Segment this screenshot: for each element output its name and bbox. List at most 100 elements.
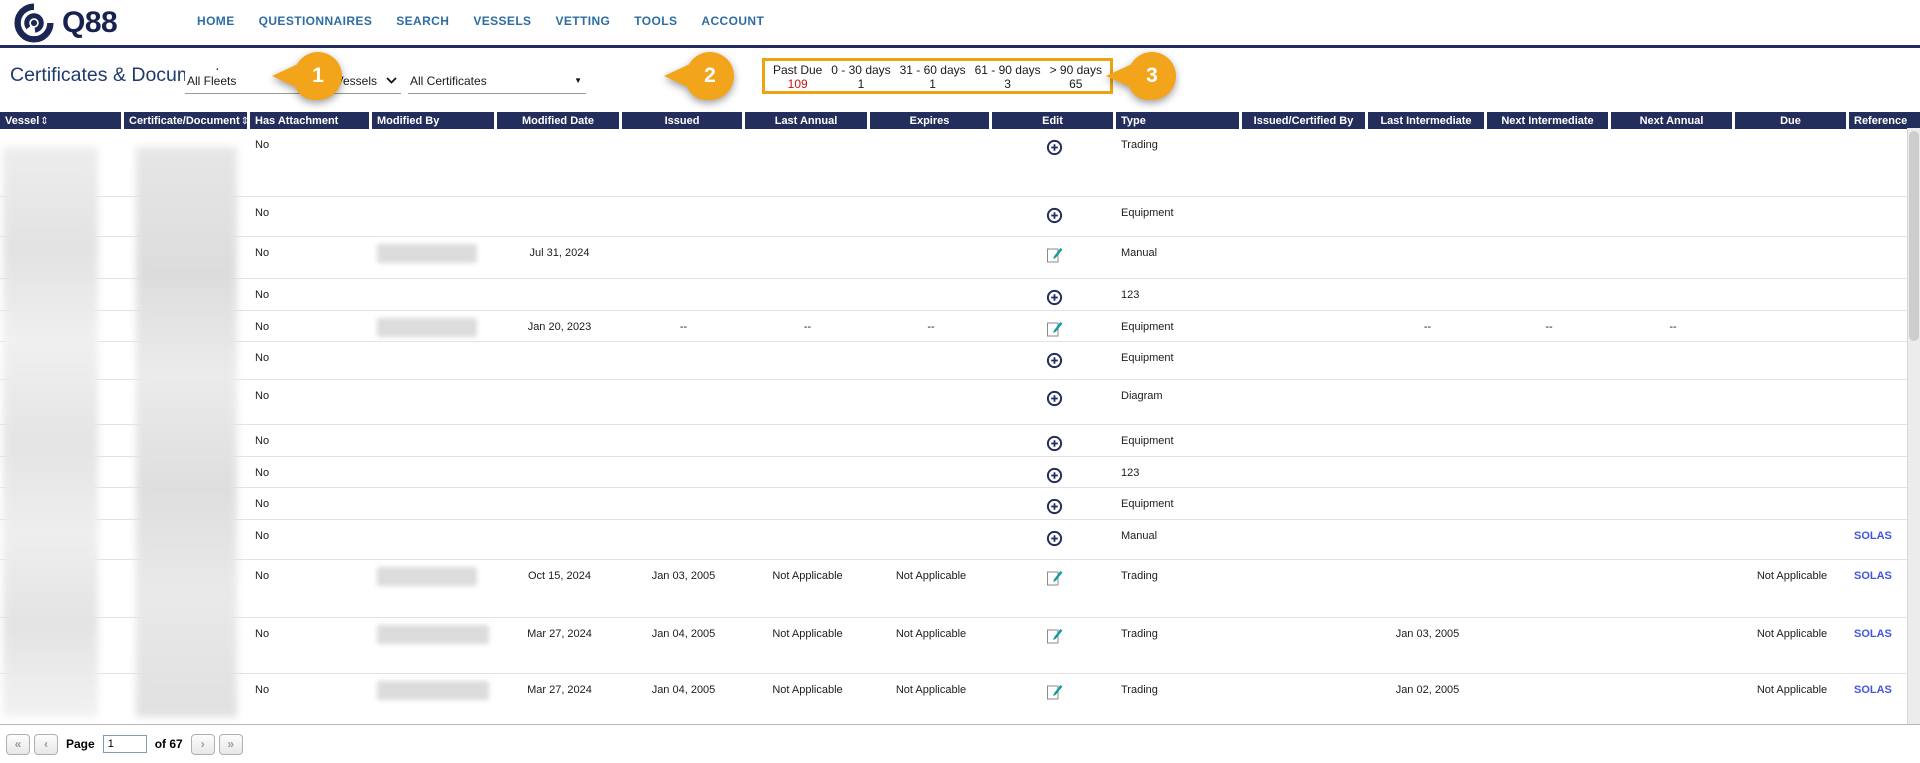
vessel-select-value: All Vessels xyxy=(319,74,377,88)
edit-certificate-button[interactable] xyxy=(1046,247,1063,264)
cell-last-annual xyxy=(745,457,870,488)
column-header-type: Type xyxy=(1116,112,1242,129)
cell-issued-certified-by xyxy=(1242,197,1368,237)
edit-certificate-button[interactable] xyxy=(1046,570,1063,587)
cell-expires xyxy=(870,457,992,488)
nav-item-tools[interactable]: TOOLS xyxy=(634,14,677,28)
cell-has-attachment: No xyxy=(250,380,372,425)
cell-issued-certified-by xyxy=(1242,380,1368,425)
edit-certificate-button[interactable] xyxy=(1046,684,1063,701)
add-certificate-button[interactable] xyxy=(1046,352,1063,369)
cell-type: Manual xyxy=(1116,237,1242,279)
modified-by-redaction xyxy=(377,244,477,263)
cell-last-intermediate xyxy=(1368,342,1487,380)
cell-last-intermediate xyxy=(1368,520,1487,560)
nav-item-questionnaires[interactable]: QUESTIONNAIRES xyxy=(259,14,373,28)
cell-modified-by xyxy=(372,311,497,342)
cell-edit xyxy=(992,311,1116,342)
chevron-down-icon xyxy=(386,77,397,84)
cell-has-attachment: No xyxy=(250,520,372,560)
cell-modified-date: Mar 27, 2024 xyxy=(497,618,622,674)
cell-edit xyxy=(992,279,1116,311)
add-certificate-button[interactable] xyxy=(1046,530,1063,547)
cell-last-intermediate xyxy=(1368,129,1487,197)
cell-edit xyxy=(992,129,1116,197)
add-certificate-button[interactable] xyxy=(1046,467,1063,484)
cell-expires xyxy=(870,380,992,425)
add-certificate-button[interactable] xyxy=(1046,207,1063,224)
cell-issued xyxy=(622,129,745,197)
cell-issued-certified-by xyxy=(1242,618,1368,674)
stat-value: 109 xyxy=(773,77,822,91)
column-header-vessel[interactable]: Vessel⇕ xyxy=(0,112,124,129)
nav-item-home[interactable]: HOME xyxy=(197,14,235,28)
fleet-select[interactable]: All Fleets xyxy=(185,70,308,94)
cell-has-attachment: No xyxy=(250,457,372,488)
stat-label: 61 - 90 days xyxy=(975,63,1041,77)
add-certificate-button[interactable] xyxy=(1046,390,1063,407)
cell-modified-by xyxy=(372,380,497,425)
add-certificate-button[interactable] xyxy=(1046,139,1063,156)
vertical-scrollbar[interactable] xyxy=(1907,128,1920,724)
cell-issued-certified-by xyxy=(1242,129,1368,197)
cell-issued xyxy=(622,520,745,560)
cell-has-attachment: No xyxy=(250,488,372,520)
nav-item-search[interactable]: SEARCH xyxy=(396,14,449,28)
cell-next-annual xyxy=(1611,488,1735,520)
cell-next-annual xyxy=(1611,674,1735,724)
cell-next-intermediate xyxy=(1487,237,1611,279)
cell-next-intermediate xyxy=(1487,279,1611,311)
cell-last-annual xyxy=(745,237,870,279)
cell-modified-by xyxy=(372,618,497,674)
cell-next-intermediate: -- xyxy=(1487,311,1611,342)
vessel-select[interactable]: All Vessels xyxy=(317,70,401,94)
add-certificate-button[interactable] xyxy=(1046,435,1063,452)
certificate-select[interactable]: All Certificates ▼ xyxy=(408,70,586,94)
edit-certificate-button[interactable] xyxy=(1046,628,1063,645)
cell-edit xyxy=(992,674,1116,724)
scrollbar-thumb[interactable] xyxy=(1909,131,1919,341)
cell-edit xyxy=(992,520,1116,560)
column-header-reference: Reference xyxy=(1849,112,1920,129)
add-certificate-button[interactable] xyxy=(1046,289,1063,306)
last-page-button[interactable]: » xyxy=(219,734,243,755)
column-header-modified_date: Modified Date xyxy=(497,112,622,129)
stat-value: 1 xyxy=(900,77,966,91)
cell-due xyxy=(1735,342,1849,380)
brand[interactable]: Q88 xyxy=(14,3,117,43)
cell-issued xyxy=(622,488,745,520)
cell-next-intermediate xyxy=(1487,674,1611,724)
reference-link[interactable]: SOLAS xyxy=(1854,628,1892,640)
cell-type: Manual xyxy=(1116,520,1242,560)
nav-item-account[interactable]: ACCOUNT xyxy=(701,14,764,28)
cell-expires xyxy=(870,129,992,197)
nav-item-vetting[interactable]: VETTING xyxy=(555,14,610,28)
cell-modified-by xyxy=(372,197,497,237)
edit-certificate-button[interactable] xyxy=(1046,321,1063,338)
previous-page-button[interactable]: ‹ xyxy=(34,734,58,755)
cell-expires xyxy=(870,279,992,311)
cell-due: Not Applicable xyxy=(1735,560,1849,618)
column-header-modified_by: Modified By xyxy=(372,112,497,129)
next-page-button[interactable]: › xyxy=(191,734,215,755)
column-header-certificate[interactable]: Certificate/Document⇕ xyxy=(124,112,250,129)
cell-edit xyxy=(992,237,1116,279)
cell-has-attachment: No xyxy=(250,197,372,237)
cell-modified-by xyxy=(372,560,497,618)
cell-type: Trading xyxy=(1116,618,1242,674)
first-page-button[interactable]: « xyxy=(6,734,30,755)
page-number-input[interactable] xyxy=(103,735,147,753)
vessel-column-redaction xyxy=(3,147,98,717)
cell-next-annual xyxy=(1611,279,1735,311)
stat-label: 31 - 60 days xyxy=(900,63,966,77)
add-certificate-button[interactable] xyxy=(1046,498,1063,515)
table-row: NoMar 27, 2024Jan 04, 2005Not Applicable… xyxy=(0,618,1920,674)
annotation-callout-3: 3 xyxy=(1106,52,1188,100)
modified-by-redaction xyxy=(377,625,489,644)
nav-item-vessels[interactable]: VESSELS xyxy=(473,14,531,28)
cell-modified-date: Mar 27, 2024 xyxy=(497,674,622,724)
stat-value: 3 xyxy=(975,77,1041,91)
reference-link[interactable]: SOLAS xyxy=(1854,684,1892,696)
reference-link[interactable]: SOLAS xyxy=(1854,530,1892,542)
reference-link[interactable]: SOLAS xyxy=(1854,570,1892,582)
